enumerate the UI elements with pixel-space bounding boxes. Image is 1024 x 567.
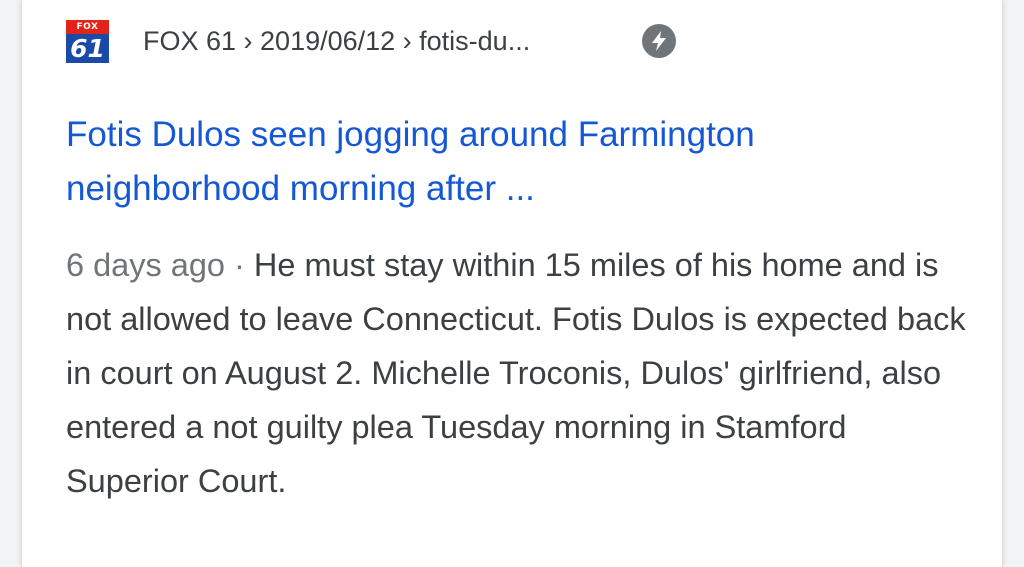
lightning-bolt-icon [642,24,676,58]
logo-bottom-text: 61 [66,33,109,63]
result-title-link[interactable]: Fotis Dulos seen jogging around Farmingt… [66,108,966,216]
snippet-text: He must stay within 15 miles of his home… [66,247,966,499]
fox61-logo: FOX 61 [66,19,109,63]
search-result-card: FOX 61 FOX 61 › 2019/06/12 › fotis-du...… [22,0,1002,567]
result-source[interactable]: FOX 61 FOX 61 › 2019/06/12 › fotis-du... [66,18,966,64]
logo-top-text: FOX [66,19,109,34]
result-date: 6 days ago [66,247,226,283]
result-snippet: 6 days ago · He must stay within 15 mile… [66,238,966,508]
breadcrumb[interactable]: FOX 61 › 2019/06/12 › fotis-du... [143,26,530,57]
date-separator: · [225,247,254,283]
